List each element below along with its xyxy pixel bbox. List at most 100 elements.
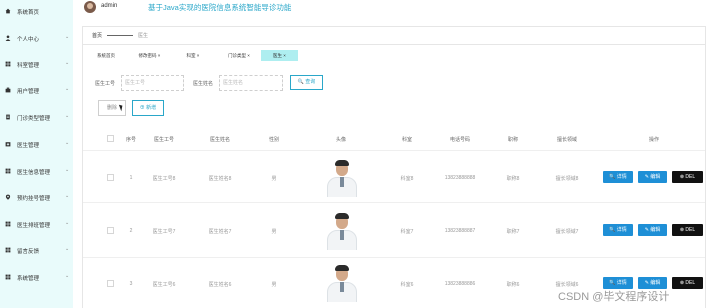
doctor-name-input[interactable]: 医生姓名 — [219, 75, 283, 91]
row-checkbox[interactable] — [107, 227, 114, 234]
row-checkbox[interactable] — [107, 280, 114, 287]
search-button[interactable]: 🔍 查询 — [290, 75, 323, 90]
tab-doctor[interactable]: 医生 × — [261, 50, 298, 61]
sidebar-item-dept-management[interactable]: 科室管理 ⌄ — [0, 58, 73, 70]
grid-icon — [5, 168, 11, 174]
breadcrumb-home[interactable]: 首页 — [92, 32, 102, 39]
sidebar: 系统首页 个人中心 ⌄ 科室管理 ⌄ 用户管理 ⌄ 门诊类型管理 ⌄ 医生管理 … — [0, 0, 73, 308]
sidebar-item-clinic-type-management[interactable]: 门诊类型管理 ⌄ — [0, 111, 73, 123]
person-icon — [5, 35, 11, 41]
column-header: 电话号码 — [449, 137, 470, 143]
chevron-down-icon: ⌄ — [65, 34, 70, 40]
cell-title: 职称7 — [506, 229, 520, 235]
delete-row-button[interactable]: ⊗ DEL — [672, 224, 703, 236]
breadcrumb-separator — [107, 35, 134, 36]
cell-doctor-no: 医生工号8 — [152, 176, 176, 182]
cell-gender: 男 — [271, 282, 277, 288]
sidebar-item-user-management[interactable]: 用户管理 ⌄ — [0, 84, 73, 96]
tab-clinic-type[interactable]: 门诊类型 × — [221, 50, 257, 61]
grid-icon — [5, 247, 11, 253]
chevron-down-icon: ⌄ — [65, 246, 70, 252]
sidebar-item-personal-center[interactable]: 个人中心 ⌄ — [0, 32, 73, 44]
cell-title: 职称8 — [506, 176, 520, 182]
select-all-checkbox[interactable] — [107, 135, 114, 142]
sidebar-item-doctor-management[interactable]: 医生管理 ⌄ — [0, 138, 73, 150]
edit-button[interactable]: ✎ 编辑 — [638, 224, 667, 236]
avatar[interactable] — [84, 1, 96, 13]
sidebar-item-schedule-management[interactable]: 医生排班管理 ⌄ — [0, 218, 73, 230]
cell-doctor-name: 医生姓名7 — [208, 229, 232, 235]
home-icon — [5, 8, 11, 14]
edit-button[interactable]: ✎ 编辑 — [638, 171, 667, 183]
doctor-avatar-image — [322, 157, 362, 197]
cell-index: 2 — [129, 228, 133, 234]
sidebar-item-appointment-management[interactable]: 预约挂号管理 ⌄ — [0, 191, 73, 203]
delete-row-button[interactable]: ⊗ DEL — [672, 277, 703, 289]
grid-icon — [5, 274, 11, 280]
delete-row-button[interactable]: ⊗ DEL — [672, 171, 703, 183]
chevron-down-icon: ⌄ — [65, 193, 70, 199]
sidebar-item-feedback[interactable]: 留言反馈 ⌄ — [0, 244, 73, 256]
sidebar-item-label: 科室管理 — [17, 63, 40, 69]
building-icon — [5, 87, 11, 93]
search-row: 医生工号 医生工号 医生姓名 医生姓名 🔍 查询 — [83, 75, 705, 91]
cell-doctor-name: 医生姓名8 — [208, 176, 232, 182]
table-header: 序号 医生工号 医生姓名 性别 头像 科室 电话号码 职称 擅长领域 操作 — [83, 127, 705, 151]
sidebar-item-system-management[interactable]: 系统管理 ⌄ — [0, 271, 73, 283]
cell-dept: 科室6 — [400, 282, 414, 288]
tab-bar: 系统首页 修改密码 × 科室 × 门诊类型 × 医生 × — [83, 48, 705, 62]
column-header: 擅长领域 — [556, 137, 577, 143]
sidebar-item-label: 医生排班管理 — [17, 223, 51, 229]
tab-dept[interactable]: 科室 × — [183, 50, 203, 61]
sidebar-item-label: 系统管理 — [17, 276, 40, 282]
doctor-avatar-image — [322, 210, 362, 250]
column-header: 医生工号 — [153, 137, 174, 143]
column-header: 操作 — [648, 137, 659, 143]
cell-dept: 科室8 — [400, 176, 414, 182]
column-header: 序号 — [125, 137, 136, 143]
sidebar-item-home[interactable]: 系统首页 — [0, 5, 73, 17]
row-checkbox[interactable] — [107, 174, 114, 181]
cell-phone: 13823888887 — [444, 228, 476, 234]
divider — [83, 44, 705, 45]
cell-title: 职称6 — [506, 282, 520, 288]
pin-icon — [5, 194, 11, 200]
table-row: 1 医生工号8 医生姓名8 男 科室8 13823888888 职称8 擅长领域… — [83, 152, 705, 203]
sidebar-item-label: 系统首页 — [17, 10, 40, 16]
cell-index: 1 — [129, 175, 133, 181]
sidebar-item-label: 留言反馈 — [17, 249, 40, 255]
cell-index: 3 — [129, 281, 133, 287]
chevron-down-icon: ⌄ — [65, 273, 70, 279]
top-header: admin 基于Java实现的医院信息系统智能导诊功能 — [73, 0, 708, 17]
sidebar-item-label: 门诊类型管理 — [17, 116, 51, 122]
cell-gender: 男 — [271, 229, 277, 235]
username[interactable]: admin — [101, 3, 117, 9]
chevron-down-icon: ⌄ — [65, 220, 70, 226]
doctor-no-input[interactable]: 医生工号 — [121, 75, 184, 91]
cell-phone: 13823888886 — [444, 281, 476, 287]
app-title: 基于Java实现的医院信息系统智能导诊功能 — [148, 3, 292, 12]
column-header: 科室 — [401, 137, 412, 143]
main-panel: 首页 医生 系统首页 修改密码 × 科室 × 门诊类型 × 医生 × 医生工号 … — [82, 26, 706, 308]
cell-doctor-no: 医生工号6 — [152, 282, 176, 288]
tab-home[interactable]: 系统首页 — [92, 50, 120, 61]
sidebar-item-label: 个人中心 — [17, 37, 40, 43]
column-header: 职称 — [507, 137, 518, 143]
grid-icon — [5, 221, 11, 227]
detail-button[interactable]: 🔍 详情 — [603, 224, 633, 236]
table-row: 2 医生工号7 医生姓名7 男 科室7 13823888887 职称7 擅长领域… — [83, 203, 705, 258]
doctor-icon — [5, 142, 11, 147]
detail-button[interactable]: 🔍 详情 — [603, 171, 633, 183]
sidebar-item-doctor-info-management[interactable]: 医生信息管理 ⌄ — [0, 165, 73, 177]
doctor-avatar-image — [322, 262, 362, 302]
sidebar-item-label: 用户管理 — [17, 89, 40, 95]
tab-change-password[interactable]: 修改密码 × — [133, 50, 166, 61]
cell-specialty: 擅长领域6 — [555, 282, 579, 288]
action-row: 删除 ⊕ 新增 — [83, 100, 705, 116]
sidebar-item-label: 预约挂号管理 — [17, 196, 51, 202]
add-button[interactable]: ⊕ 新增 — [132, 100, 164, 116]
sidebar-item-label: 医生管理 — [17, 143, 40, 149]
document-icon — [6, 114, 10, 120]
grid-icon — [5, 61, 11, 67]
sidebar-item-label: 医生信息管理 — [17, 170, 51, 176]
